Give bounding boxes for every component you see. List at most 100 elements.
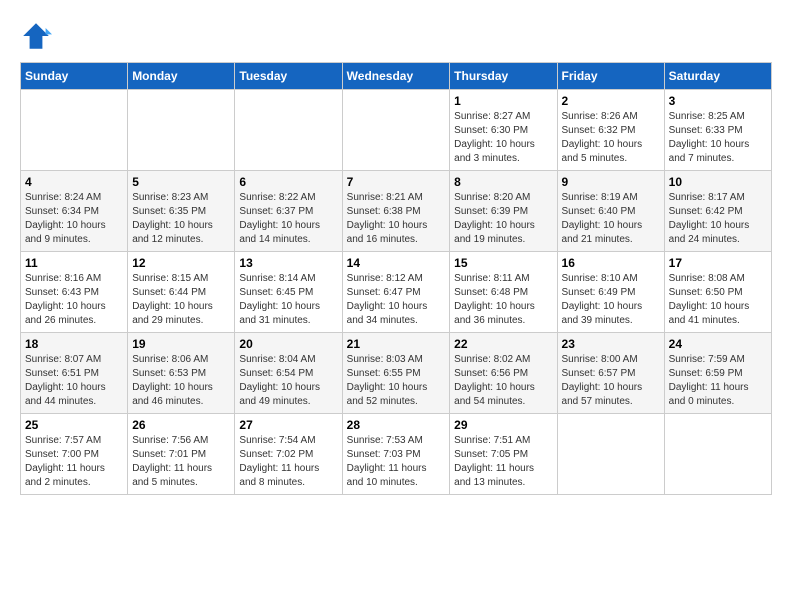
page-header xyxy=(20,20,772,52)
day-info: Sunrise: 8:03 AMSunset: 6:55 PMDaylight:… xyxy=(347,353,446,409)
day-info: Sunrise: 8:20 AMSunset: 6:39 PMDaylight:… xyxy=(454,191,552,247)
calendar-cell: 26 Sunrise: 7:56 AMSunset: 7:01 PMDaylig… xyxy=(128,414,235,495)
day-info: Sunrise: 8:10 AMSunset: 6:49 PMDaylight:… xyxy=(562,272,660,328)
day-info: Sunrise: 8:11 AMSunset: 6:48 PMDaylight:… xyxy=(454,272,552,328)
day-number: 27 xyxy=(239,418,337,432)
calendar-cell: 6 Sunrise: 8:22 AMSunset: 6:37 PMDayligh… xyxy=(235,171,342,252)
day-info: Sunrise: 7:59 AMSunset: 6:59 PMDaylight:… xyxy=(669,353,767,409)
day-info: Sunrise: 7:53 AMSunset: 7:03 PMDaylight:… xyxy=(347,434,446,490)
column-header-wednesday: Wednesday xyxy=(342,63,450,90)
calendar-cell: 15 Sunrise: 8:11 AMSunset: 6:48 PMDaylig… xyxy=(450,252,557,333)
column-header-thursday: Thursday xyxy=(450,63,557,90)
calendar-cell: 14 Sunrise: 8:12 AMSunset: 6:47 PMDaylig… xyxy=(342,252,450,333)
calendar-cell: 5 Sunrise: 8:23 AMSunset: 6:35 PMDayligh… xyxy=(128,171,235,252)
calendar-cell: 13 Sunrise: 8:14 AMSunset: 6:45 PMDaylig… xyxy=(235,252,342,333)
day-info: Sunrise: 8:25 AMSunset: 6:33 PMDaylight:… xyxy=(669,110,767,166)
day-info: Sunrise: 7:56 AMSunset: 7:01 PMDaylight:… xyxy=(132,434,230,490)
column-header-sunday: Sunday xyxy=(21,63,128,90)
day-number: 22 xyxy=(454,337,552,351)
calendar-cell: 9 Sunrise: 8:19 AMSunset: 6:40 PMDayligh… xyxy=(557,171,664,252)
day-number: 15 xyxy=(454,256,552,270)
day-number: 28 xyxy=(347,418,446,432)
day-number: 24 xyxy=(669,337,767,351)
day-number: 9 xyxy=(562,175,660,189)
column-header-tuesday: Tuesday xyxy=(235,63,342,90)
day-number: 16 xyxy=(562,256,660,270)
calendar-week-row: 1 Sunrise: 8:27 AMSunset: 6:30 PMDayligh… xyxy=(21,90,772,171)
day-number: 8 xyxy=(454,175,552,189)
day-info: Sunrise: 8:12 AMSunset: 6:47 PMDaylight:… xyxy=(347,272,446,328)
day-number: 26 xyxy=(132,418,230,432)
calendar-cell: 10 Sunrise: 8:17 AMSunset: 6:42 PMDaylig… xyxy=(664,171,771,252)
day-number: 1 xyxy=(454,94,552,108)
day-info: Sunrise: 8:14 AMSunset: 6:45 PMDaylight:… xyxy=(239,272,337,328)
calendar-cell: 21 Sunrise: 8:03 AMSunset: 6:55 PMDaylig… xyxy=(342,333,450,414)
day-info: Sunrise: 8:00 AMSunset: 6:57 PMDaylight:… xyxy=(562,353,660,409)
calendar-cell xyxy=(557,414,664,495)
calendar-cell: 29 Sunrise: 7:51 AMSunset: 7:05 PMDaylig… xyxy=(450,414,557,495)
day-info: Sunrise: 8:16 AMSunset: 6:43 PMDaylight:… xyxy=(25,272,123,328)
column-header-monday: Monday xyxy=(128,63,235,90)
day-info: Sunrise: 8:26 AMSunset: 6:32 PMDaylight:… xyxy=(562,110,660,166)
day-info: Sunrise: 8:02 AMSunset: 6:56 PMDaylight:… xyxy=(454,353,552,409)
day-number: 5 xyxy=(132,175,230,189)
calendar-cell xyxy=(664,414,771,495)
calendar-cell: 19 Sunrise: 8:06 AMSunset: 6:53 PMDaylig… xyxy=(128,333,235,414)
day-number: 7 xyxy=(347,175,446,189)
day-info: Sunrise: 8:19 AMSunset: 6:40 PMDaylight:… xyxy=(562,191,660,247)
calendar-cell: 7 Sunrise: 8:21 AMSunset: 6:38 PMDayligh… xyxy=(342,171,450,252)
calendar-cell: 1 Sunrise: 8:27 AMSunset: 6:30 PMDayligh… xyxy=(450,90,557,171)
calendar-cell: 12 Sunrise: 8:15 AMSunset: 6:44 PMDaylig… xyxy=(128,252,235,333)
calendar-cell: 17 Sunrise: 8:08 AMSunset: 6:50 PMDaylig… xyxy=(664,252,771,333)
logo-icon xyxy=(20,20,52,52)
day-info: Sunrise: 8:27 AMSunset: 6:30 PMDaylight:… xyxy=(454,110,552,166)
day-number: 11 xyxy=(25,256,123,270)
day-number: 2 xyxy=(562,94,660,108)
calendar-cell: 20 Sunrise: 8:04 AMSunset: 6:54 PMDaylig… xyxy=(235,333,342,414)
day-number: 19 xyxy=(132,337,230,351)
calendar-cell: 16 Sunrise: 8:10 AMSunset: 6:49 PMDaylig… xyxy=(557,252,664,333)
day-number: 10 xyxy=(669,175,767,189)
day-number: 17 xyxy=(669,256,767,270)
calendar-cell xyxy=(21,90,128,171)
day-number: 12 xyxy=(132,256,230,270)
calendar-cell: 3 Sunrise: 8:25 AMSunset: 6:33 PMDayligh… xyxy=(664,90,771,171)
day-number: 25 xyxy=(25,418,123,432)
day-number: 29 xyxy=(454,418,552,432)
calendar-cell: 27 Sunrise: 7:54 AMSunset: 7:02 PMDaylig… xyxy=(235,414,342,495)
day-number: 13 xyxy=(239,256,337,270)
calendar-cell: 23 Sunrise: 8:00 AMSunset: 6:57 PMDaylig… xyxy=(557,333,664,414)
calendar-cell: 8 Sunrise: 8:20 AMSunset: 6:39 PMDayligh… xyxy=(450,171,557,252)
calendar-week-row: 11 Sunrise: 8:16 AMSunset: 6:43 PMDaylig… xyxy=(21,252,772,333)
day-number: 23 xyxy=(562,337,660,351)
logo xyxy=(20,20,58,52)
calendar-header-row: SundayMondayTuesdayWednesdayThursdayFrid… xyxy=(21,63,772,90)
calendar-cell: 4 Sunrise: 8:24 AMSunset: 6:34 PMDayligh… xyxy=(21,171,128,252)
calendar-table: SundayMondayTuesdayWednesdayThursdayFrid… xyxy=(20,62,772,495)
day-number: 20 xyxy=(239,337,337,351)
calendar-cell xyxy=(128,90,235,171)
calendar-week-row: 4 Sunrise: 8:24 AMSunset: 6:34 PMDayligh… xyxy=(21,171,772,252)
calendar-cell: 25 Sunrise: 7:57 AMSunset: 7:00 PMDaylig… xyxy=(21,414,128,495)
day-info: Sunrise: 7:54 AMSunset: 7:02 PMDaylight:… xyxy=(239,434,337,490)
calendar-cell: 28 Sunrise: 7:53 AMSunset: 7:03 PMDaylig… xyxy=(342,414,450,495)
day-info: Sunrise: 8:15 AMSunset: 6:44 PMDaylight:… xyxy=(132,272,230,328)
calendar-cell xyxy=(342,90,450,171)
day-number: 4 xyxy=(25,175,123,189)
day-info: Sunrise: 8:22 AMSunset: 6:37 PMDaylight:… xyxy=(239,191,337,247)
day-info: Sunrise: 8:06 AMSunset: 6:53 PMDaylight:… xyxy=(132,353,230,409)
day-info: Sunrise: 8:24 AMSunset: 6:34 PMDaylight:… xyxy=(25,191,123,247)
calendar-week-row: 25 Sunrise: 7:57 AMSunset: 7:00 PMDaylig… xyxy=(21,414,772,495)
column-header-friday: Friday xyxy=(557,63,664,90)
day-number: 18 xyxy=(25,337,123,351)
column-header-saturday: Saturday xyxy=(664,63,771,90)
day-info: Sunrise: 8:04 AMSunset: 6:54 PMDaylight:… xyxy=(239,353,337,409)
calendar-cell: 11 Sunrise: 8:16 AMSunset: 6:43 PMDaylig… xyxy=(21,252,128,333)
day-info: Sunrise: 8:17 AMSunset: 6:42 PMDaylight:… xyxy=(669,191,767,247)
calendar-cell: 18 Sunrise: 8:07 AMSunset: 6:51 PMDaylig… xyxy=(21,333,128,414)
calendar-cell: 24 Sunrise: 7:59 AMSunset: 6:59 PMDaylig… xyxy=(664,333,771,414)
day-info: Sunrise: 8:23 AMSunset: 6:35 PMDaylight:… xyxy=(132,191,230,247)
calendar-cell: 22 Sunrise: 8:02 AMSunset: 6:56 PMDaylig… xyxy=(450,333,557,414)
day-number: 3 xyxy=(669,94,767,108)
day-info: Sunrise: 8:08 AMSunset: 6:50 PMDaylight:… xyxy=(669,272,767,328)
